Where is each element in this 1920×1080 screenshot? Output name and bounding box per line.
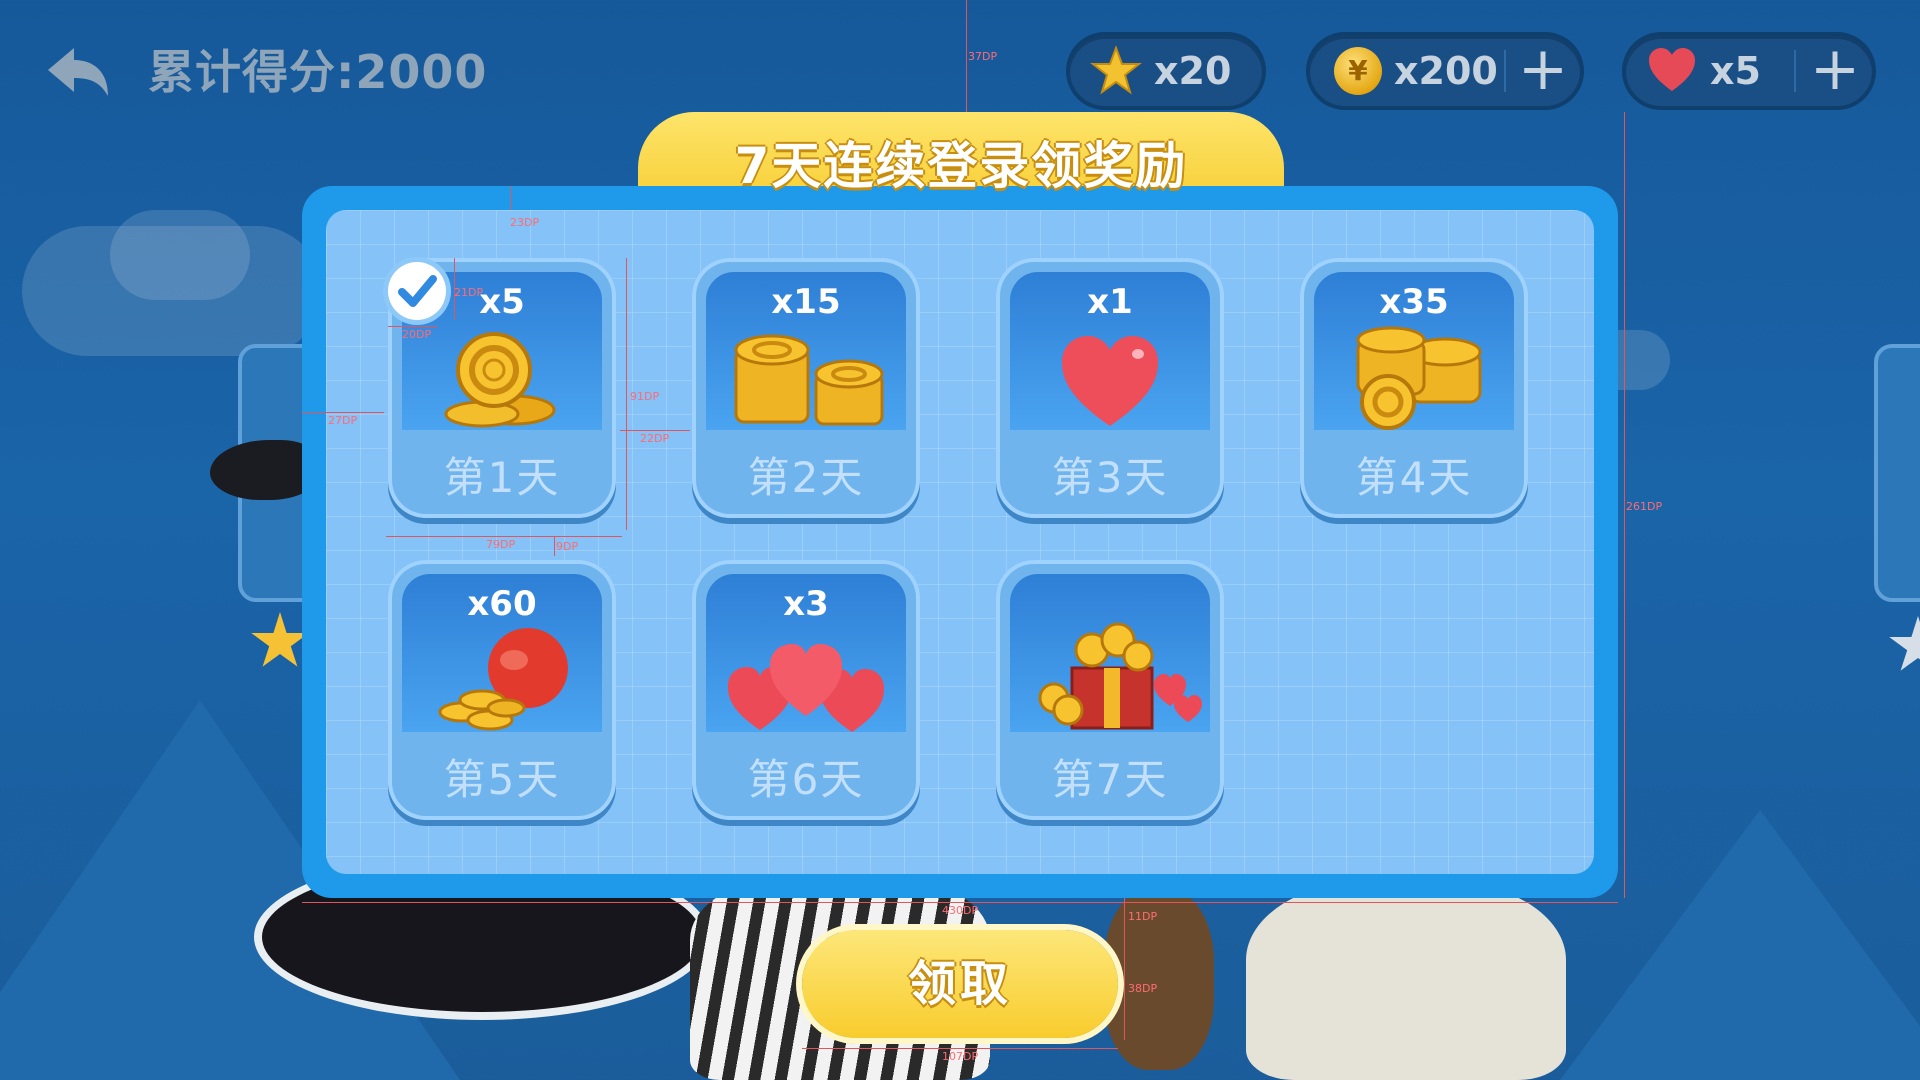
day-card-3[interactable]: x1 第3天 — [996, 258, 1224, 518]
day-label: 第3天 — [1051, 453, 1169, 502]
stars-counter: x20 — [1066, 32, 1266, 110]
divider — [1794, 50, 1796, 92]
dim-label: 430DP — [942, 904, 979, 917]
dim-label: 9DP — [556, 540, 579, 553]
lives-counter: x5 + — [1622, 32, 1876, 110]
day-card-5[interactable]: x60 第5天 — [388, 560, 616, 820]
dim-label: 79DP — [486, 538, 516, 551]
dim-line — [626, 258, 627, 530]
day-label: 第6天 — [747, 755, 865, 804]
dim-label: 37DP — [968, 50, 998, 63]
dim-line — [388, 326, 438, 327]
divider — [1504, 50, 1506, 92]
day-card-7[interactable]: 第7天 — [996, 560, 1224, 820]
day-label: 第4天 — [1355, 453, 1473, 502]
add-lives-button[interactable]: + — [1800, 36, 1870, 106]
dim-label: 38DP — [1128, 982, 1158, 995]
coin-icon: ¥ — [1334, 47, 1382, 95]
back-button[interactable] — [42, 42, 112, 102]
dim-label: 11DP — [1128, 910, 1158, 923]
dim-line — [554, 536, 555, 556]
dim-line — [620, 430, 690, 431]
reward-amount: x60 — [467, 584, 537, 624]
reward-amount: x15 — [771, 282, 841, 322]
dim-label: 107DP — [942, 1050, 979, 1063]
lives-value: x5 — [1710, 49, 1761, 93]
coins-value: x200 — [1394, 49, 1498, 93]
dim-line — [1624, 112, 1625, 898]
treasure-box-icon — [1038, 622, 1202, 730]
back-arrow-icon — [48, 48, 108, 96]
heart-reward-icon — [1062, 336, 1158, 426]
day-card-4[interactable]: x35 第4天 — [1300, 258, 1528, 518]
claimed-check-icon — [388, 262, 446, 320]
dim-label: 22DP — [640, 432, 670, 445]
polar-bear-illustration — [1246, 880, 1566, 1080]
reward-grid: x5 第1天 x15 第2天 x1 第3天 x35 第4天 x60 第5天 x3… — [326, 210, 1594, 874]
bg-star-icon — [1889, 616, 1920, 671]
coin-bag-icon — [438, 628, 568, 731]
reward-amount: x35 — [1379, 282, 1449, 322]
day-label: 第2天 — [747, 453, 865, 502]
bg-star-icon — [251, 612, 309, 667]
day-label: 第7天 — [1051, 755, 1169, 804]
dim-line — [966, 0, 967, 112]
bg-cloud — [110, 210, 250, 300]
dim-label: 23DP — [510, 216, 540, 229]
dim-label: 27DP — [328, 414, 358, 427]
dim-line — [1124, 898, 1125, 1040]
dim-label: 20DP — [402, 328, 432, 341]
total-score: 累计得分:2000 — [148, 45, 488, 99]
coins-icon — [444, 332, 556, 428]
day-card-6[interactable]: x3 第6天 — [692, 560, 920, 820]
dim-line — [302, 902, 1618, 903]
add-coins-button[interactable]: + — [1508, 36, 1578, 106]
dialog-title: 7天连续登录领奖励 — [734, 137, 1188, 195]
star-icon — [1090, 45, 1142, 95]
claim-button[interactable]: 领取 — [802, 930, 1118, 1038]
bg-level-card-right — [1874, 344, 1920, 602]
dim-line — [802, 1048, 1118, 1049]
dim-label: 21DP — [454, 286, 484, 299]
day-label: 第1天 — [443, 453, 561, 502]
dim-line — [510, 186, 511, 210]
day-label: 第5天 — [443, 755, 561, 804]
heart-icon — [1649, 48, 1695, 91]
reward-amount: x1 — [1087, 282, 1133, 322]
dim-label: 91DP — [630, 390, 660, 403]
dim-label: 261DP — [1626, 500, 1663, 513]
coin-pile-icon — [1356, 326, 1482, 430]
day-card-2[interactable]: x15 第2天 — [692, 258, 920, 518]
coin-stacks-icon — [734, 334, 884, 426]
coins-counter: ¥ x200 + — [1306, 32, 1584, 110]
claim-button-label: 领取 — [907, 956, 1012, 1012]
hearts-icon — [728, 644, 884, 732]
reward-amount: x3 — [783, 584, 829, 624]
dim-line — [302, 412, 384, 413]
dim-line — [386, 536, 622, 537]
stars-value: x20 — [1154, 49, 1232, 93]
otter-illustration — [1104, 890, 1214, 1070]
